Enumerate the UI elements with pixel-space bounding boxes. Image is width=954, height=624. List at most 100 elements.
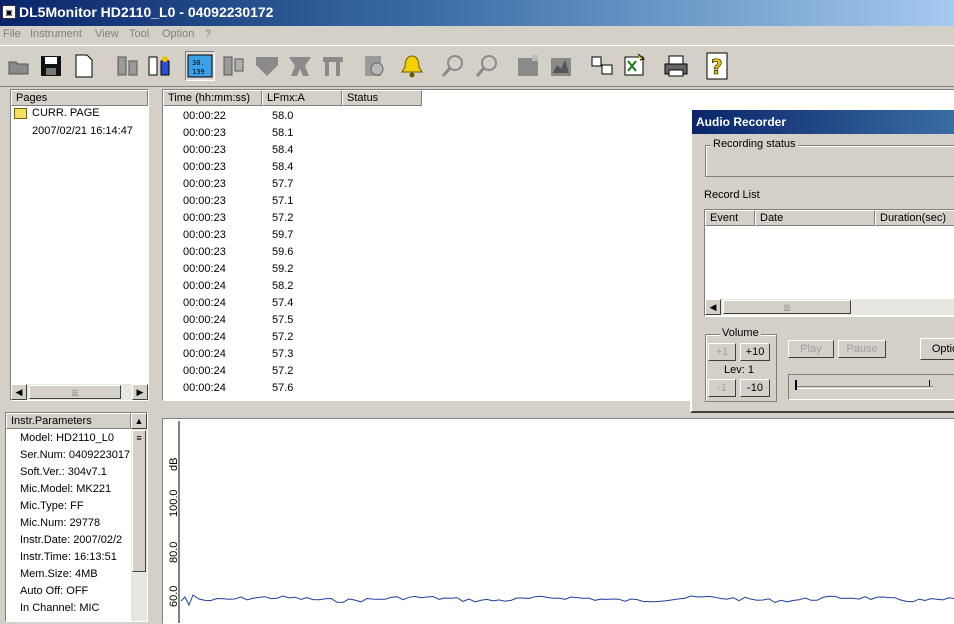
slider-end-tick xyxy=(929,380,930,386)
level-graph[interactable]: dB 100.0 80.0 60.0 xyxy=(163,419,954,624)
shield-icon[interactable] xyxy=(252,51,282,81)
record-list[interactable]: Event Date Duration(sec) ◀ ⦙⦙⦙ xyxy=(704,209,954,317)
column-status[interactable]: Status xyxy=(342,90,422,106)
value-cell: 59.2 xyxy=(272,263,294,275)
menu-view[interactable]: View xyxy=(95,28,119,40)
zoom-out-icon[interactable] xyxy=(472,51,502,81)
value-cell: 58.2 xyxy=(272,280,294,292)
table-row[interactable]: 00:00:24 58.2 xyxy=(163,278,603,295)
monitor-display-icon[interactable]: 30. 139 xyxy=(185,51,215,81)
playback-slider[interactable] xyxy=(788,374,954,400)
instr-params-header[interactable]: Instr.Parameters xyxy=(6,413,131,429)
table-row[interactable]: 00:00:23 58.1 xyxy=(163,125,603,142)
table-row[interactable]: 00:00:22 58.0 xyxy=(163,108,603,125)
table-row[interactable]: 00:00:23 58.4 xyxy=(163,159,603,176)
new-page-icon[interactable] xyxy=(69,51,99,81)
table-row[interactable]: 00:00:23 57.7 xyxy=(163,176,603,193)
y-axis-unit: dB xyxy=(168,458,180,471)
table-row[interactable]: 00:00:23 59.6 xyxy=(163,244,603,261)
audio-recorder-dialog: Audio Recorder Recording status Record L… xyxy=(690,108,954,413)
column-event[interactable]: Event xyxy=(705,210,755,226)
menu-instrument[interactable]: Instrument xyxy=(30,28,82,40)
report-page-icon[interactable] xyxy=(513,51,543,81)
scroll-left-icon[interactable]: ◀ xyxy=(11,384,27,400)
column-lfmx[interactable]: LFmx:A xyxy=(262,90,342,106)
pages-panel: Pages CURR. PAGE 2007/02/21 16:14:47 ◀ ⦙… xyxy=(10,89,149,401)
volume-minus1-button[interactable]: -1 xyxy=(708,379,736,397)
title-bar: ▣ DL5Monitor HD2110_L0 - 04092230172 xyxy=(0,0,954,26)
scroll-up-icon[interactable]: ▲ xyxy=(131,413,147,429)
level-trace xyxy=(180,594,954,607)
time-cell: 00:00:24 xyxy=(183,348,226,360)
table-row[interactable]: 00:00:24 57.2 xyxy=(163,363,603,380)
table-row[interactable]: 00:00:23 57.2 xyxy=(163,210,603,227)
play-button[interactable]: Play xyxy=(788,340,834,358)
dialog-title[interactable]: Audio Recorder xyxy=(692,110,954,134)
options-button[interactable]: Optio xyxy=(920,338,954,360)
slider-thumb[interactable] xyxy=(795,380,797,390)
scroll-right-icon[interactable]: ▶ xyxy=(132,384,148,400)
pause-button[interactable]: Pause xyxy=(838,340,886,358)
volume-minus10-button[interactable]: -10 xyxy=(740,379,770,397)
menu-tool[interactable]: Tool xyxy=(129,28,149,40)
column-duration[interactable]: Duration(sec) xyxy=(875,210,954,226)
table-row[interactable]: 00:00:24 57.2 xyxy=(163,329,603,346)
instr-params-list: Model: HD2110_L0 Ser.Num: 0409223017 Soft.… xyxy=(6,429,131,621)
table-row[interactable]: 00:00:23 58.4 xyxy=(163,142,603,159)
print-icon[interactable] xyxy=(661,51,691,81)
table-row[interactable]: 00:00:24 57.6 xyxy=(163,380,603,397)
value-cell: 57.1 xyxy=(272,195,294,207)
table-row[interactable]: 00:00:24 57.3 xyxy=(163,346,603,363)
table-row[interactable]: 00:00:23 59.7 xyxy=(163,227,603,244)
time-cell: 00:00:22 xyxy=(183,110,226,122)
tools-icon[interactable] xyxy=(318,51,348,81)
params-vscrollbar[interactable]: ▲ ≡ xyxy=(131,413,147,621)
table-row[interactable]: 00:00:24 59.2 xyxy=(163,261,603,278)
value-cell: 57.5 xyxy=(272,314,294,326)
time-cell: 00:00:23 xyxy=(183,178,226,190)
table-row[interactable]: 00:00:24 57.5 xyxy=(163,312,603,329)
tree-item-curr-page[interactable]: CURR. PAGE xyxy=(32,107,100,119)
volume-plus1-button[interactable]: +1 xyxy=(708,343,736,361)
param-item: Mic.Model: MK221 xyxy=(20,483,112,495)
pages-header[interactable]: Pages xyxy=(11,90,148,106)
menu-option[interactable]: Option xyxy=(162,28,194,40)
window-title: DL5Monitor HD2110_L0 - 04092230172 xyxy=(19,4,274,20)
open-folder-icon[interactable] xyxy=(4,51,34,81)
scroll-left-icon[interactable]: ◀ xyxy=(705,299,721,315)
param-item: Mic.Num: 29778 xyxy=(20,517,101,529)
column-date[interactable]: Date xyxy=(755,210,875,226)
volume-label: Volume xyxy=(720,327,761,339)
table-view-icon[interactable] xyxy=(587,51,617,81)
y-tick-label: 100.0 xyxy=(168,489,180,517)
export-excel-icon[interactable] xyxy=(620,51,650,81)
menu-help[interactable]: ? xyxy=(205,28,211,40)
param-item: Instr.Date: 2007/02/2 xyxy=(20,534,123,546)
params-scroll-thumb[interactable]: ≡ xyxy=(132,430,146,572)
binoculars-icon[interactable] xyxy=(285,51,315,81)
download-data-icon[interactable] xyxy=(218,51,248,81)
chart-page-icon[interactable] xyxy=(546,51,576,81)
help-icon[interactable]: ? xyxy=(702,51,732,81)
clock-settings-icon[interactable] xyxy=(359,51,389,81)
record-list-hscrollbar[interactable]: ◀ ⦙⦙⦙ xyxy=(705,299,954,315)
zoom-in-icon[interactable] xyxy=(438,51,468,81)
alarm-bell-icon[interactable] xyxy=(397,51,427,81)
app-icon[interactable]: ▣ xyxy=(2,5,16,19)
disconnect-instrument-icon[interactable] xyxy=(144,51,174,81)
tree-item-page-date[interactable]: 2007/02/21 16:14:47 xyxy=(32,125,133,137)
volume-plus10-button[interactable]: +10 xyxy=(740,343,770,361)
column-time[interactable]: Time (hh:mm:ss) xyxy=(163,90,262,106)
record-list-scroll-thumb[interactable]: ⦙⦙⦙ xyxy=(723,300,851,314)
table-row[interactable]: 00:00:23 57.1 xyxy=(163,193,603,210)
pages-hscrollbar[interactable]: ◀ ⦙⦙⦙ ▶ xyxy=(11,384,148,400)
scroll-thumb[interactable]: ⦙⦙⦙ xyxy=(29,385,121,399)
menu-file[interactable]: File xyxy=(3,28,21,40)
svg-text:?: ? xyxy=(711,55,723,79)
connect-instrument-icon[interactable] xyxy=(112,51,142,81)
time-cell: 00:00:24 xyxy=(183,365,226,377)
time-cell: 00:00:24 xyxy=(183,280,226,292)
value-cell: 58.4 xyxy=(272,161,294,173)
table-row[interactable]: 00:00:24 57.4 xyxy=(163,295,603,312)
save-disk-icon[interactable] xyxy=(36,51,66,81)
